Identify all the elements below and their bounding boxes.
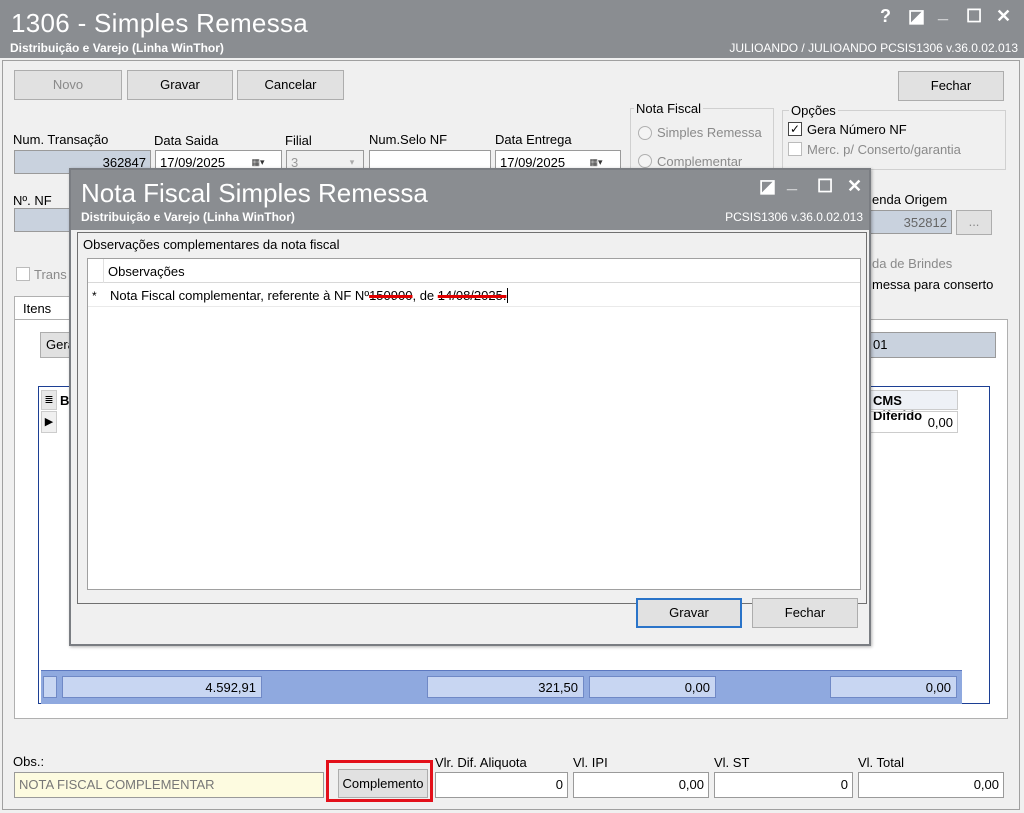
total-cell-4: 0,00 xyxy=(830,676,957,698)
opcoes-group xyxy=(782,110,1006,170)
observacao-text-part2: , de xyxy=(412,288,438,303)
cancelar-button[interactable]: Cancelar xyxy=(237,70,344,100)
simples-remessa-radio[interactable] xyxy=(638,126,652,140)
trans-checkbox[interactable] xyxy=(16,267,30,281)
dialog-subtitle: Distribuição e Varejo (Linha WinThor) xyxy=(81,210,295,224)
observacao-text-part1: Nota Fiscal complementar, referente à NF… xyxy=(110,288,370,303)
fechar-button[interactable]: Fechar xyxy=(898,71,1004,101)
nota-fiscal-group-title: Nota Fiscal xyxy=(634,101,704,116)
observacoes-dialog: Nota Fiscal Simples Remessa Distribuição… xyxy=(69,168,871,646)
brindes-label: da de Brindes xyxy=(872,256,953,271)
simples-remessa-label: Simples Remessa xyxy=(657,125,762,140)
venda-origem-label: enda Origem xyxy=(872,192,948,207)
obs-field[interactable]: NOTA FISCAL COMPLEMENTAR xyxy=(14,772,324,798)
data-saida-label: Data Saida xyxy=(154,133,219,148)
gera-numero-label: Gera Número NF xyxy=(807,122,907,137)
help-icon[interactable]: ? xyxy=(880,6,891,27)
dialog-gravar-button[interactable]: Gravar xyxy=(636,598,742,628)
vlr-dif-label: Vlr. Dif. Aliquota xyxy=(435,755,527,770)
table-row[interactable]: * Nota Fiscal complementar, referente à … xyxy=(88,283,860,307)
window-title: 1306 - Simples Remessa xyxy=(11,8,309,38)
obs-label: Obs.: xyxy=(13,754,45,769)
complementar-radio[interactable] xyxy=(638,154,652,168)
vl-total-label: Vl. Total xyxy=(858,755,905,770)
row-indicator-icon: ▶ xyxy=(41,411,57,433)
total-cell-2: 321,50 xyxy=(427,676,584,698)
trans-label: Trans xyxy=(34,267,67,282)
vl-st-label: Vl. ST xyxy=(714,755,750,770)
nf-field[interactable] xyxy=(14,208,74,232)
dialog-fechar-button[interactable]: Fechar xyxy=(752,598,858,628)
merc-conserto-checkbox[interactable] xyxy=(788,142,802,156)
total-cell-3: 0,00 xyxy=(589,676,716,698)
num-transacao-label: Num. Transação xyxy=(13,132,109,147)
highlight-annotation xyxy=(326,760,433,802)
observacao-nf-number: 150900 xyxy=(369,288,413,303)
observacoes-grid[interactable]: Observações * Nota Fiscal complementar, … xyxy=(87,258,861,590)
window-user-version: JULIOANDO / JULIOANDO PCSIS1306 v.36.0.0… xyxy=(729,41,1018,55)
totals-indicator xyxy=(43,676,57,698)
filial-label: Filial xyxy=(285,133,312,148)
observacao-date: 14/08/2025. xyxy=(437,288,507,303)
text-cursor xyxy=(507,288,509,303)
minimize-icon[interactable]: _ xyxy=(938,2,948,23)
vl-ipi-label: Vl. IPI xyxy=(573,755,608,770)
grid-col-b: B xyxy=(60,393,70,408)
tab-itens[interactable]: Itens xyxy=(14,296,70,320)
dialog-minimize-icon[interactable]: _ xyxy=(787,172,797,193)
vl-total-field[interactable]: 0,00 xyxy=(858,772,1004,798)
conserto-label: messa para conserto xyxy=(872,277,994,292)
opcoes-group-title: Opções xyxy=(789,103,838,118)
grid-menu-icon[interactable]: ≣ xyxy=(41,390,57,410)
observacoes-grid-header: Observações xyxy=(88,259,860,283)
complementar-label: Complementar xyxy=(657,154,743,169)
data-entrega-label: Data Entrega xyxy=(495,132,572,147)
window-subtitle: Distribuição e Varejo (Linha WinThor) xyxy=(10,41,224,55)
venda-origem-field[interactable]: 352812 xyxy=(868,210,952,234)
vl-st-field[interactable]: 0 xyxy=(714,772,853,798)
observacoes-column-header: Observações xyxy=(108,264,185,279)
maximize-icon[interactable]: ☐ xyxy=(966,6,982,27)
merc-conserto-label: Merc. p/ Conserto/garantia xyxy=(807,142,961,157)
dialog-close-icon[interactable]: ✕ xyxy=(847,176,862,197)
observacoes-group-title: Observações complementares da nota fisca… xyxy=(83,237,340,252)
right-info-field: 01 xyxy=(868,332,996,358)
total-cell-1: 4.592,91 xyxy=(62,676,262,698)
gera-numero-checkbox[interactable]: ✓ xyxy=(788,122,802,136)
dialog-title: Nota Fiscal Simples Remessa xyxy=(81,178,428,208)
grid-col-icms-diferido: CMS Diferido xyxy=(868,390,958,423)
novo-button[interactable]: Novo xyxy=(14,70,122,100)
num-selo-label: Num.Selo NF xyxy=(369,132,448,147)
dialog-restore-icon[interactable]: ◪ xyxy=(759,176,776,197)
dialog-maximize-icon[interactable]: ☐ xyxy=(817,176,833,197)
vlr-dif-field[interactable]: 0 xyxy=(435,772,568,798)
row-marker: * xyxy=(92,289,97,303)
icms-diferido-cell[interactable]: 0,00 xyxy=(868,411,958,433)
close-icon[interactable]: ✕ xyxy=(996,6,1011,27)
vl-ipi-field[interactable]: 0,00 xyxy=(573,772,709,798)
dialog-version: PCSIS1306 v.36.0.02.013 xyxy=(725,210,863,224)
nf-label: Nº. NF xyxy=(13,193,52,208)
observacao-cell[interactable]: Nota Fiscal complementar, referente à NF… xyxy=(110,288,509,303)
restore-icon[interactable]: ◪ xyxy=(908,6,925,27)
gravar-button[interactable]: Gravar xyxy=(127,70,233,100)
venda-origem-search-button[interactable]: ... xyxy=(956,210,992,235)
